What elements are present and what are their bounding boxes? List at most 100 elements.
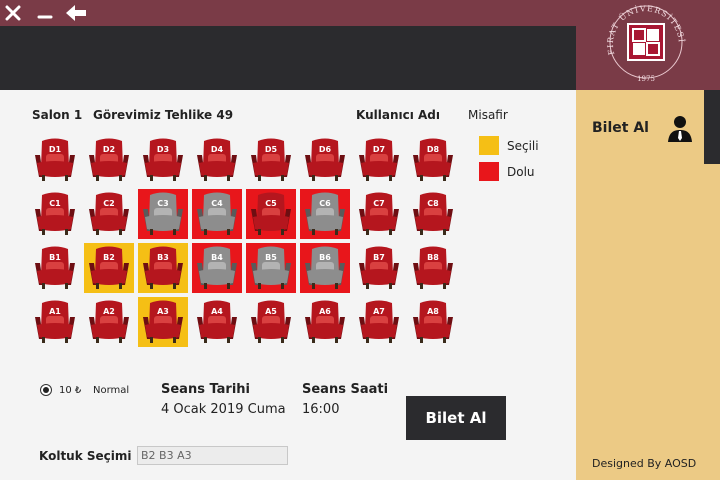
legend-occupied-label: Dolu <box>507 165 535 179</box>
armchair-icon <box>89 300 129 343</box>
close-icon <box>5 5 21 21</box>
armchair-icon <box>89 138 129 181</box>
close-button[interactable] <box>2 0 24 26</box>
seat-code: C7 <box>373 199 385 208</box>
seat-code: C2 <box>103 199 115 208</box>
seat-selection-field[interactable]: B2 B3 A3 <box>137 446 288 465</box>
seat-code: B2 <box>103 253 115 262</box>
menu-item-label: Bilet Al <box>592 120 649 136</box>
menu-item-bilet-al[interactable]: Bilet Al <box>576 90 720 164</box>
armchair-icon <box>197 246 237 289</box>
seat-code: B8 <box>427 253 439 262</box>
seat-a5[interactable]: A5 <box>246 297 296 347</box>
armchair-icon <box>89 246 129 289</box>
armchair-icon <box>197 192 237 235</box>
seat-code: D4 <box>210 145 224 154</box>
armchair-icon <box>89 192 129 235</box>
active-indicator <box>704 90 720 164</box>
seat-code: C5 <box>265 199 277 208</box>
seat-c1[interactable]: C1 <box>30 189 80 239</box>
seat-d3[interactable]: D3 <box>138 135 188 185</box>
armchair-icon <box>413 138 453 181</box>
seat-c2[interactable]: C2 <box>84 189 134 239</box>
armchair-icon <box>251 138 291 181</box>
armchair-icon <box>359 246 399 289</box>
armchair-icon <box>197 300 237 343</box>
seat-c6[interactable]: C6 <box>300 189 350 239</box>
armchair-icon <box>413 246 453 289</box>
armchair-icon <box>359 300 399 343</box>
seat-a2[interactable]: A2 <box>84 297 134 347</box>
seat-code: D3 <box>156 145 170 154</box>
seat-b7[interactable]: B7 <box>354 243 404 293</box>
buy-ticket-button[interactable]: Bilet Al <box>406 396 506 440</box>
seat-b2[interactable]: B2 <box>84 243 134 293</box>
minimize-button[interactable] <box>34 0 56 26</box>
seat-code: B6 <box>319 253 331 262</box>
brand-box: FIRAT ÜNİVERSİTESİ 1975 <box>576 0 720 90</box>
session-time-label: Seans Saati <box>302 382 389 397</box>
ticket-price: 10 ₺ <box>59 385 82 396</box>
user-label: Kullanıcı Adı <box>356 108 441 122</box>
seat-c4[interactable]: C4 <box>192 189 242 239</box>
seat-d4[interactable]: D4 <box>192 135 242 185</box>
seat-code: A8 <box>427 307 439 316</box>
seat-c7[interactable]: C7 <box>354 189 404 239</box>
seat-b8[interactable]: B8 <box>408 243 458 293</box>
seat-code: C4 <box>211 199 223 208</box>
seat-code: A7 <box>373 307 385 316</box>
seat-d8[interactable]: D8 <box>408 135 458 185</box>
armchair-icon <box>143 300 183 343</box>
legend-selected-label: Seçili <box>507 139 539 153</box>
armchair-icon <box>359 138 399 181</box>
footer-credit: Designed By AOSD <box>592 457 697 470</box>
seat-c8[interactable]: C8 <box>408 189 458 239</box>
seat-d2[interactable]: D2 <box>84 135 134 185</box>
seat-a4[interactable]: A4 <box>192 297 242 347</box>
seat-code: B5 <box>265 253 277 262</box>
seat-b3[interactable]: B3 <box>138 243 188 293</box>
seat-code: A5 <box>265 307 277 316</box>
armchair-icon <box>197 138 237 181</box>
seat-code: B4 <box>211 253 223 262</box>
seat-a7[interactable]: A7 <box>354 297 404 347</box>
seat-d5[interactable]: D5 <box>246 135 296 185</box>
seat-a1[interactable]: A1 <box>30 297 80 347</box>
salon-label: Salon 1 <box>32 108 83 122</box>
session-date-label: Seans Tarihi <box>161 382 251 397</box>
back-button[interactable] <box>62 0 90 26</box>
seat-code: A1 <box>49 307 61 316</box>
session-date-value: 4 Ocak 2019 Cuma <box>161 402 286 417</box>
seat-b6[interactable]: B6 <box>300 243 350 293</box>
back-arrow-icon <box>66 5 86 21</box>
seat-code: A3 <box>157 307 169 316</box>
seat-c5[interactable]: C5 <box>246 189 296 239</box>
armchair-icon <box>143 246 183 289</box>
seat-a6[interactable]: A6 <box>300 297 350 347</box>
seat-code: C3 <box>157 199 169 208</box>
seat-code: C6 <box>319 199 331 208</box>
seat-b4[interactable]: B4 <box>192 243 242 293</box>
seat-a3[interactable]: A3 <box>138 297 188 347</box>
legend-selected-swatch <box>479 136 499 155</box>
armchair-icon <box>413 300 453 343</box>
seat-code: A4 <box>211 307 223 316</box>
armchair-icon <box>35 246 75 289</box>
seat-code: B3 <box>157 253 169 262</box>
armchair-icon <box>35 300 75 343</box>
armchair-icon <box>143 192 183 235</box>
armchair-icon <box>413 192 453 235</box>
seat-code: A6 <box>319 307 331 316</box>
seat-c3[interactable]: C3 <box>138 189 188 239</box>
seat-d1[interactable]: D1 <box>30 135 80 185</box>
seat-a8[interactable]: A8 <box>408 297 458 347</box>
seat-d6[interactable]: D6 <box>300 135 350 185</box>
armchair-icon <box>359 192 399 235</box>
session-time-value: 16:00 <box>302 402 340 417</box>
seat-b5[interactable]: B5 <box>246 243 296 293</box>
seat-code: B7 <box>373 253 385 262</box>
seat-b1[interactable]: B1 <box>30 243 80 293</box>
ticket-type-radio[interactable] <box>40 384 52 396</box>
armchair-icon <box>305 300 345 343</box>
seat-d7[interactable]: D7 <box>354 135 404 185</box>
